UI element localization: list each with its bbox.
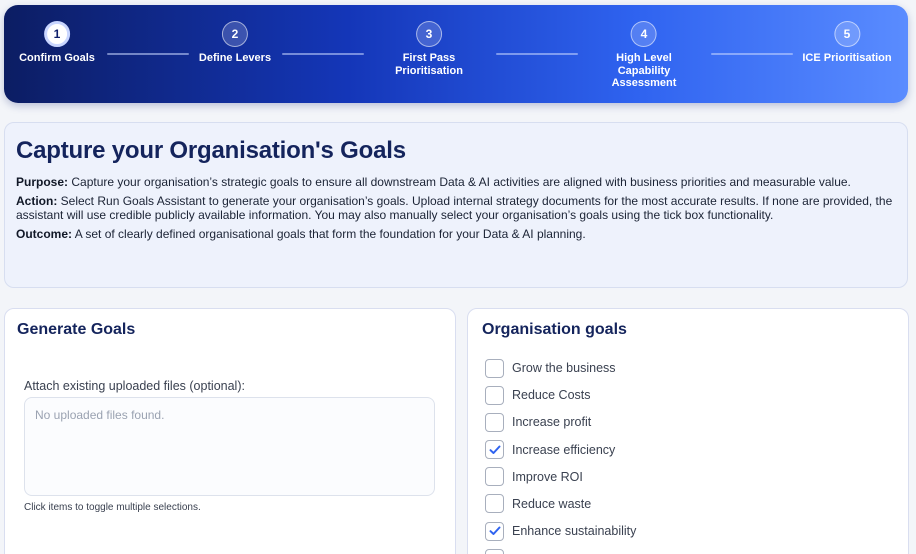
goal-checkbox[interactable]: [485, 467, 504, 487]
step-label: High Level Capability Assessment: [611, 52, 677, 89]
action-label: Action:: [16, 194, 58, 208]
goal-item[interactable]: Increase profit: [485, 412, 636, 432]
goal-item[interactable]: Reduce waste: [485, 494, 636, 514]
step-label: Define Levers: [198, 52, 272, 64]
step-number: 5: [834, 21, 860, 47]
step-number: 4: [630, 21, 657, 47]
goal-label: Grow the business: [512, 361, 616, 375]
intro-card: Capture your Organisation's Goals Purpos…: [4, 122, 908, 288]
goal-checkbox[interactable]: [485, 521, 504, 541]
outcome-text: Outcome: A set of clearly defined organi…: [16, 227, 895, 241]
goal-item[interactable]: Grow the business: [485, 358, 636, 378]
goal-item[interactable]: Reduce Costs: [485, 385, 636, 405]
goal-label: Enhance sustainability: [512, 524, 637, 539]
goal-item[interactable]: Improve ROI: [485, 467, 636, 487]
goal-item[interactable]: Increase efficiency: [485, 440, 636, 460]
step-connector: [711, 53, 793, 55]
goal-checkbox[interactable]: [485, 494, 504, 514]
goal-label: Increase profit: [512, 415, 592, 430]
step-capability-assessment[interactable]: 4 High Level Capability Assessment: [611, 21, 677, 90]
step-label: Confirm Goals: [19, 52, 95, 64]
action-text: Action: Select Run Goals Assistant to ge…: [16, 194, 895, 222]
purpose-text: Purpose: Capture your organisation’s str…: [16, 175, 895, 189]
goal-item[interactable]: Enhance sustainability: [485, 521, 636, 541]
step-label: First Pass Prioritisation: [395, 52, 463, 77]
progress-stepper: 1 Confirm Goals 2 Define Levers 3 First …: [4, 5, 908, 103]
step-connector: [282, 53, 364, 55]
goal-checkbox[interactable]: [485, 440, 504, 460]
page-title: Capture your Organisation's Goals: [16, 137, 406, 164]
purpose-body: Capture your organisation’s strategic go…: [68, 175, 851, 189]
action-body: Select Run Goals Assistant to generate y…: [16, 194, 893, 222]
step-label: ICE Prioritisation: [802, 52, 892, 64]
step-define-levers[interactable]: 2 Define Levers: [199, 21, 271, 65]
organisation-goals-title: Organisation goals: [482, 321, 627, 338]
goal-label: Improve ROI: [512, 469, 583, 484]
step-connector: [107, 53, 189, 55]
goal-item-partial[interactable]: [485, 548, 636, 554]
step-number: 3: [416, 21, 442, 47]
checkmark-icon: [489, 445, 500, 454]
attach-files-label: Attach existing uploaded files (optional…: [24, 379, 245, 393]
goal-checkbox[interactable]: [485, 548, 504, 554]
purpose-label: Purpose:: [16, 175, 69, 189]
outcome-label: Outcome:: [16, 227, 73, 241]
multi-select-hint: Click items to toggle multiple selection…: [24, 502, 201, 513]
step-number: 2: [222, 21, 248, 47]
goal-label: Increase efficiency: [512, 442, 616, 457]
generate-goals-card: Generate Goals Attach existing uploaded …: [4, 308, 456, 554]
goal-checkbox[interactable]: [485, 358, 504, 378]
outcome-body: A set of clearly defined organisational …: [72, 227, 586, 241]
goal-label: Reduce Costs: [512, 388, 591, 403]
step-confirm-goals[interactable]: 1 Confirm Goals: [19, 21, 95, 65]
goals-list: Grow the business Reduce Costs Increase …: [485, 358, 636, 554]
organisation-goals-card: Organisation goals Grow the business Red…: [467, 308, 909, 554]
step-connector: [496, 53, 578, 55]
empty-files-message: No uploaded files found.: [35, 408, 165, 422]
uploaded-files-list[interactable]: No uploaded files found.: [24, 397, 435, 496]
goal-checkbox[interactable]: [485, 385, 504, 405]
step-first-pass-prioritisation[interactable]: 3 First Pass Prioritisation: [395, 21, 463, 77]
step-ice-prioritisation[interactable]: 5 ICE Prioritisation: [802, 21, 892, 65]
step-number: 1: [43, 21, 70, 47]
generate-goals-title: Generate Goals: [17, 321, 136, 338]
checkmark-icon: [489, 526, 500, 536]
goal-label: Reduce waste: [512, 496, 592, 511]
goal-checkbox[interactable]: [485, 412, 504, 432]
